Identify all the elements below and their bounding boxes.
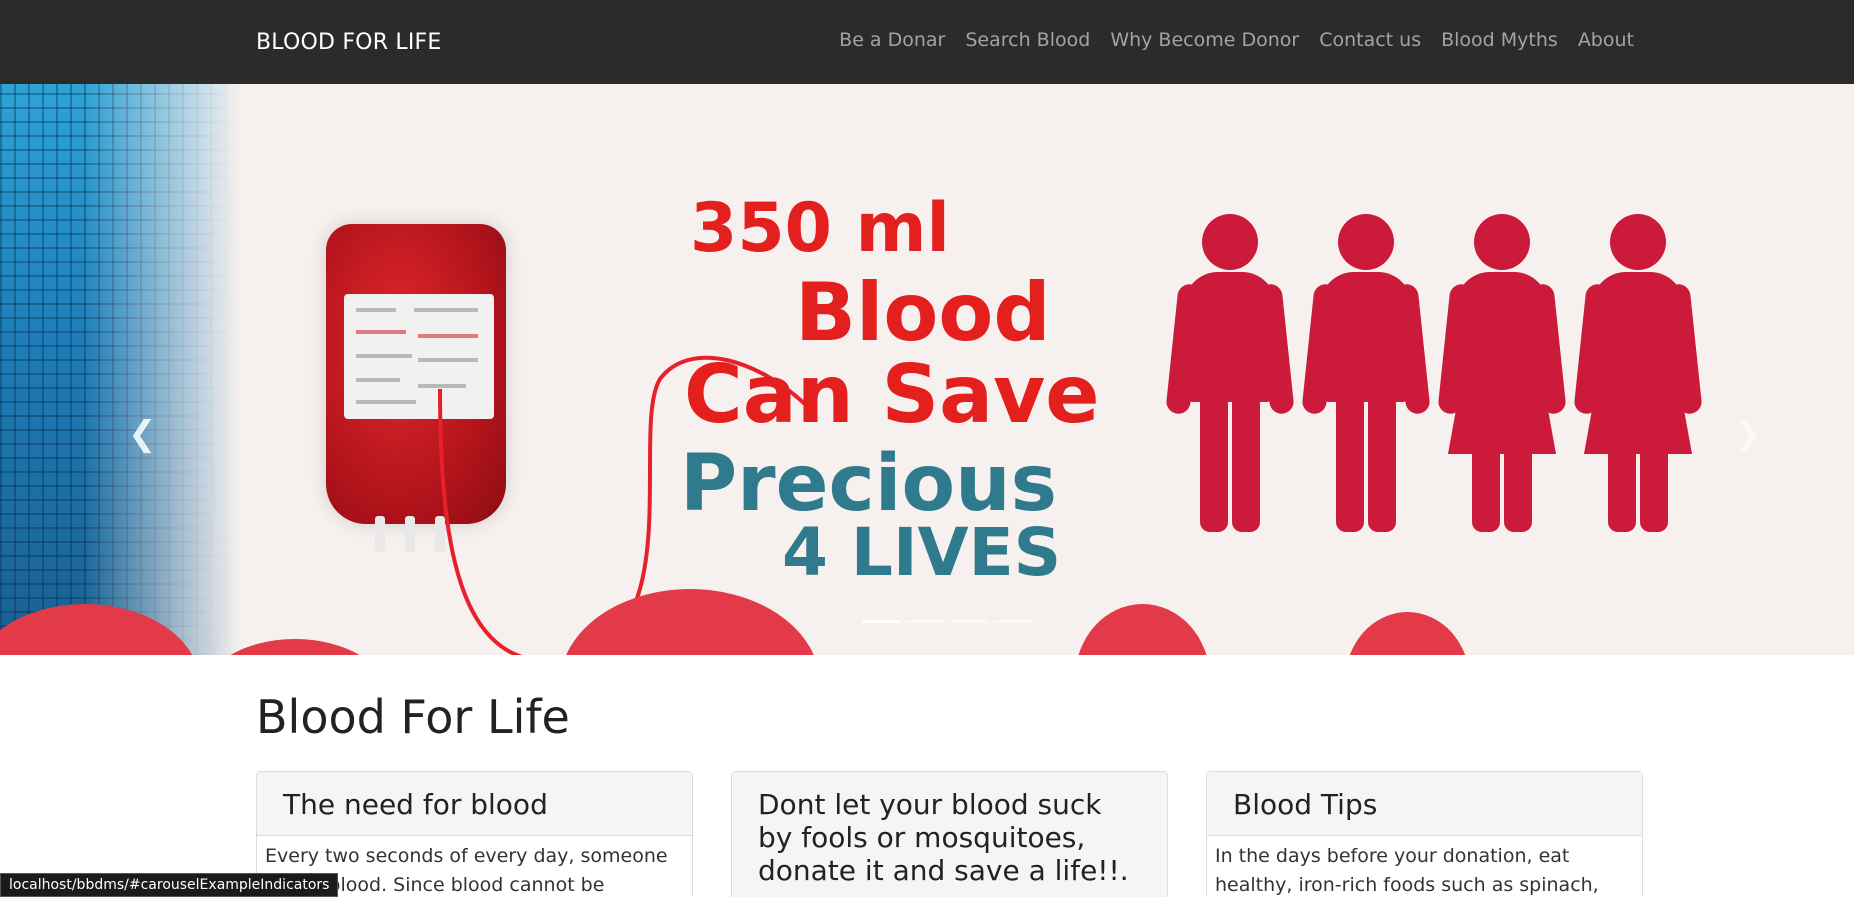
nav-about[interactable]: About (1578, 29, 1634, 51)
nav-links: Be a Donar Search Blood Why Become Donor… (839, 29, 1634, 51)
page-title: Blood For Life (256, 690, 570, 744)
card-header: Blood Tips (1207, 772, 1642, 836)
blood-drop-shape (1075, 604, 1210, 655)
carousel-indicators (862, 620, 1032, 623)
carousel-indicator[interactable] (950, 620, 988, 623)
carousel-prev-button[interactable]: ❮ (128, 414, 157, 454)
card-title: Blood Tips (1233, 788, 1378, 821)
nav-be-a-donor[interactable]: Be a Donar (839, 29, 945, 51)
nav-why-become-donor[interactable]: Why Become Donor (1110, 29, 1299, 51)
person-figure (1437, 214, 1567, 534)
carousel-indicator[interactable] (862, 620, 900, 623)
person-figure (1301, 214, 1431, 534)
chevron-right-icon: ❯ (1733, 414, 1763, 454)
card-title: The need for blood (283, 788, 548, 821)
status-bar-url: localhost/bbdms/#carouselExampleIndicato… (0, 873, 339, 897)
carousel: 350 ml Blood Can Save Precious 4 LIVES ❮… (0, 84, 1854, 655)
slide-text-volume: 350 ml (690, 189, 950, 268)
people-figures (1165, 214, 1720, 534)
nav-contact-us[interactable]: Contact us (1319, 29, 1421, 51)
card-blood-tips: Blood Tips In the days before your donat… (1206, 771, 1643, 897)
slide-text-lives: 4 LIVES (782, 514, 1062, 591)
card-header: Dont let your blood suck by fools or mos… (732, 772, 1167, 897)
person-figure (1573, 214, 1703, 534)
blue-mosaic-background (0, 84, 240, 655)
carousel-next-button[interactable]: ❯ (1734, 414, 1763, 454)
person-figure (1165, 214, 1295, 534)
navbar: BLOOD FOR LIFE Be a Donar Search Blood W… (0, 0, 1854, 84)
slide-text-can-save: Can Save (684, 348, 1100, 441)
nav-search-blood[interactable]: Search Blood (965, 29, 1090, 51)
blood-drop-shape (1345, 612, 1470, 655)
brand-logo[interactable]: BLOOD FOR LIFE (256, 30, 441, 55)
card-title: Dont let your blood suck by fools or mos… (758, 788, 1129, 888)
slide-text-blood: Blood (795, 266, 1051, 359)
nav-blood-myths[interactable]: Blood Myths (1441, 29, 1558, 51)
card-body: In the days before your donation, eat he… (1215, 845, 1599, 896)
card-donate-blood: Dont let your blood suck by fools or mos… (731, 771, 1168, 897)
card-header: The need for blood (257, 772, 692, 836)
chevron-left-icon: ❮ (128, 414, 157, 454)
carousel-indicator[interactable] (906, 620, 944, 623)
carousel-indicator[interactable] (994, 620, 1032, 623)
